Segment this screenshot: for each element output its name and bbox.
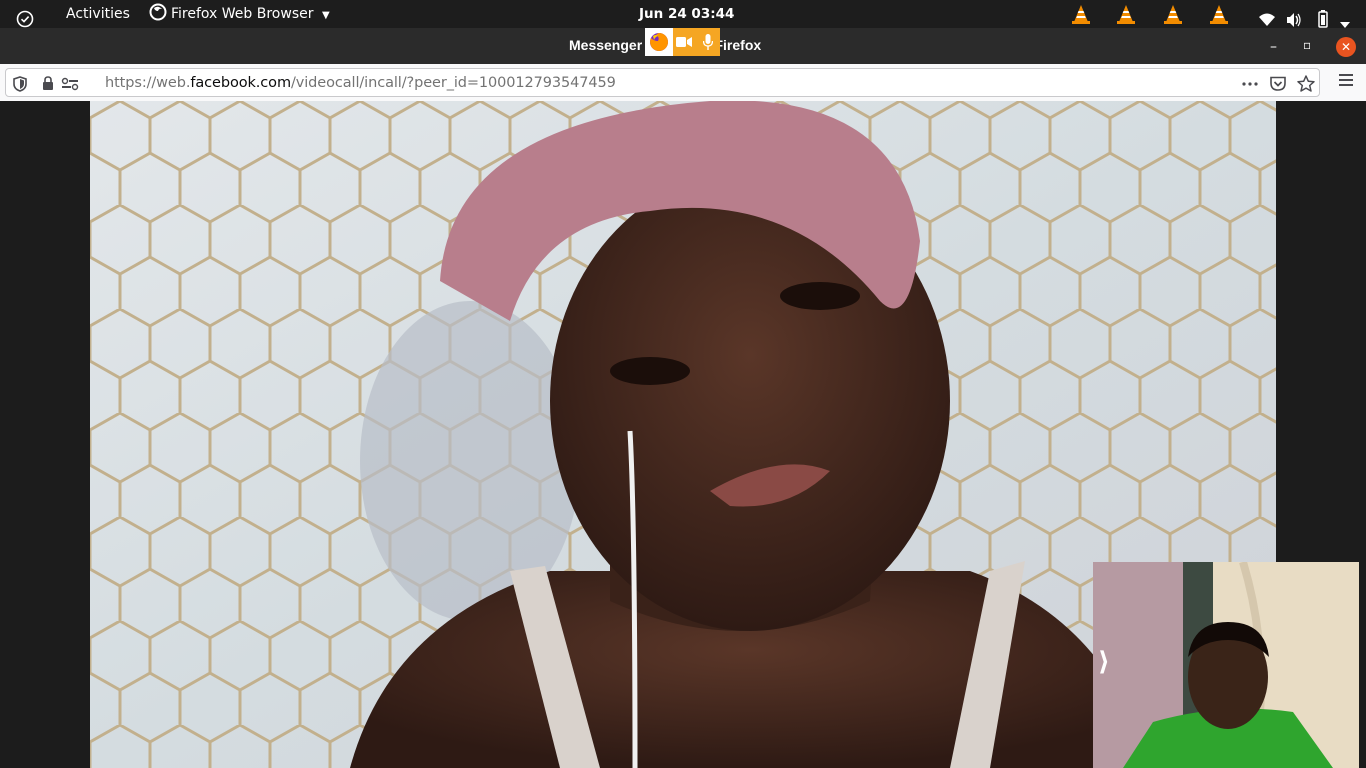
firefox-icon <box>149 3 167 21</box>
maximize-button[interactable]: ▫ <box>1303 38 1311 52</box>
close-button[interactable]: ✕ <box>1336 37 1356 57</box>
microphone-icon[interactable] <box>696 28 720 56</box>
clock[interactable]: Jun 24 03:44 <box>639 0 734 28</box>
local-participant-image <box>1093 562 1359 768</box>
vlc-cone-icon[interactable] <box>1208 3 1230 25</box>
url-path: /videocall/incall/?peer_id=1000127935474… <box>290 75 616 91</box>
permissions-icon[interactable] <box>61 69 79 98</box>
minimize-button[interactable]: – <box>1270 39 1277 55</box>
url-prefix: https://web. <box>105 75 191 91</box>
url-domain: facebook.com <box>190 75 291 91</box>
local-video-preview[interactable] <box>1093 562 1359 768</box>
activities-button[interactable]: Activities <box>66 0 130 28</box>
bookmark-star-icon[interactable] <box>1297 69 1315 98</box>
page-actions-icon[interactable] <box>1242 69 1258 98</box>
shield-icon[interactable] <box>13 69 27 98</box>
chevron-down-icon: ▼ <box>321 10 330 21</box>
hamburger-menu-icon[interactable] <box>1338 73 1354 87</box>
collapse-preview-button[interactable]: ⟩ <box>1098 649 1110 675</box>
app-menu[interactable]: Firefox Web Browser ▼ <box>149 0 330 28</box>
camera-icon[interactable] <box>673 28 697 56</box>
video-call-area: ⟩ <box>0 101 1366 768</box>
url-bar[interactable]: https://web.facebook.com/videocall/incal… <box>5 68 1320 97</box>
firefox-icon <box>645 28 673 56</box>
app-menu-label: Firefox Web Browser <box>171 6 314 22</box>
vlc-cone-icon[interactable] <box>1070 3 1092 25</box>
vlc-cone-icon[interactable] <box>1115 3 1137 25</box>
url-text[interactable]: https://web.facebook.com/videocall/incal… <box>105 75 616 91</box>
lock-icon[interactable] <box>42 69 54 98</box>
pocket-icon[interactable] <box>1270 69 1286 98</box>
sharing-indicator[interactable] <box>645 28 720 56</box>
vlc-cone-icon[interactable] <box>1162 3 1184 25</box>
navigation-bar: https://web.facebook.com/videocall/incal… <box>0 64 1366 102</box>
gnome-top-bar: Activities Firefox Web Browser ▼ Jun 24 … <box>0 0 1366 28</box>
